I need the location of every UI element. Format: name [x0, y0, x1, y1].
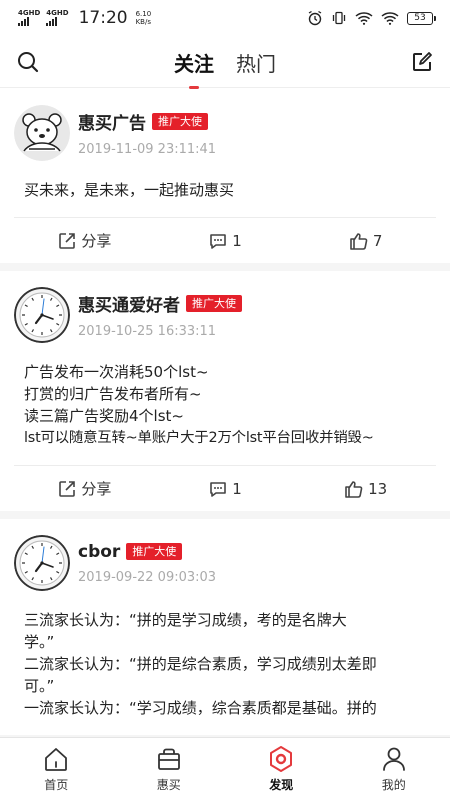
nav-discover[interactable]: 发现 [225, 738, 338, 800]
comment-count: 1 [232, 231, 242, 250]
nav-huimai-label: 惠买 [156, 778, 181, 792]
like-button[interactable]: 13 [295, 479, 436, 499]
post-line: 可。” [24, 677, 55, 695]
comment-button[interactable]: 1 [155, 231, 296, 251]
vibrate-icon [332, 11, 346, 25]
post-line: 广告发布一次消耗50个lst~ [24, 363, 209, 381]
post-content[interactable]: 三流家长认为：“拼的是学习成绩，考的是名牌大 学。” 二流家长认为：“拼的是综合… [0, 591, 450, 735]
nav-profile[interactable]: 我的 [338, 738, 450, 800]
post-line: 一流家长认为：“学习成绩，综合素质都是基础。拼的 [24, 699, 377, 717]
comment-button[interactable]: 1 [155, 479, 296, 499]
home-icon [45, 748, 68, 771]
clock-time: 17:20 [78, 8, 128, 28]
status-bar: 4GHD 4GHD 17:20 6.10 KB/s 53 [0, 0, 450, 36]
clock-avatar-icon [14, 287, 70, 343]
post-line: 读三篇广告奖励4个lst~ [24, 407, 184, 425]
post-date: 2019-09-22 09:03:03 [78, 569, 217, 585]
thumbs-up-icon [350, 232, 368, 250]
signal-2-label: 4GHD [46, 9, 69, 17]
clock-avatar-icon [14, 535, 70, 591]
post-card: 惠买广告 推广大使 2019-11-09 23:11:41 买未来，是未来，一起… [0, 89, 450, 263]
battery-level: 53 [407, 11, 433, 25]
alarm-icon [308, 10, 322, 26]
comment-icon [210, 481, 227, 497]
share-icon [59, 480, 76, 497]
avatar[interactable] [14, 105, 70, 161]
post-card: cbor 推广大使 2019-09-22 09:03:03 三流家长认为：“拼的… [0, 519, 450, 735]
cellular-signal-2-icon: 4GHD [46, 9, 69, 26]
nav-huimai[interactable]: 惠买 [113, 738, 226, 800]
share-icon [59, 232, 76, 249]
tab-hot[interactable]: 热门 [236, 36, 276, 88]
share-button[interactable]: 分享 [14, 230, 155, 251]
battery-icon: 53 [407, 11, 436, 25]
ambassador-badge: 推广大使 [126, 543, 183, 560]
post-actions: 分享 1 7 [14, 217, 436, 263]
bear-avatar-icon [14, 105, 70, 161]
discover-icon [270, 746, 293, 772]
post-line: 三流家长认为：“拼的是学习成绩，考的是名牌大 [24, 611, 347, 629]
like-count: 7 [372, 231, 383, 250]
comment-count: 1 [232, 479, 242, 498]
post-line: 二流家长认为：“拼的是综合素质，学习成绩别太差即 [24, 655, 377, 673]
like-button[interactable]: 7 [295, 231, 436, 251]
ambassador-badge: 推广大使 [186, 295, 242, 312]
avatar[interactable] [14, 287, 70, 343]
network-speed-value: 6.10 [135, 10, 152, 18]
shop-bag-icon [157, 748, 180, 770]
nav-home[interactable]: 首页 [0, 738, 113, 800]
network-speed: 6.10 KB/s [136, 10, 152, 26]
cellular-signal-1-icon: 4GHD [18, 10, 40, 26]
share-label: 分享 [81, 232, 112, 250]
network-speed-unit: KB/s [135, 18, 151, 26]
top-navigation: 关注 热门 [0, 36, 450, 89]
post-line: 买未来，是未来，一起推动惠买 [24, 181, 235, 199]
post-card: 惠买通爱好者 推广大使 2019-10-25 16:33:11 广告发布一次消耗… [0, 271, 450, 511]
post-content[interactable]: 广告发布一次消耗50个lst~ 打赏的归广告发布者所有~ 读三篇广告奖励4个ls… [0, 343, 450, 465]
nav-home-label: 首页 [44, 778, 69, 792]
avatar[interactable] [14, 535, 70, 591]
share-label: 分享 [81, 480, 112, 498]
compose-icon[interactable] [410, 50, 434, 74]
wifi-hotspot-icon [381, 12, 399, 25]
post-date: 2019-11-09 23:11:41 [78, 142, 217, 157]
wifi-icon [355, 12, 373, 25]
author-name[interactable]: cbor [78, 542, 120, 562]
nav-discover-label: 发现 [269, 778, 294, 792]
like-count: 13 [368, 479, 388, 498]
feed-tabs: 关注 热门 [0, 36, 450, 89]
author-name[interactable]: 惠买通爱好者 [78, 291, 180, 316]
post-date: 2019-10-25 16:33:11 [78, 324, 217, 339]
post-line: lst可以随意互转~单账户大于2万个lst平台回收并销毁~ [24, 430, 374, 446]
comment-icon [210, 233, 227, 249]
post-feed[interactable]: 惠买广告 推广大使 2019-11-09 23:11:41 买未来，是未来，一起… [0, 89, 450, 737]
nav-profile-label: 我的 [381, 778, 406, 792]
post-line: 学。” [24, 633, 55, 651]
tab-following[interactable]: 关注 [174, 36, 214, 89]
signal-1-label: 4GHD [18, 9, 41, 17]
post-actions: 分享 1 13 [14, 465, 436, 511]
author-name[interactable]: 惠买广告 [78, 109, 146, 134]
ambassador-badge: 推广大使 [152, 113, 208, 130]
share-button[interactable]: 分享 [14, 478, 155, 499]
bottom-navigation: 首页 惠买 发现 我的 [0, 737, 450, 800]
thumbs-up-icon [345, 480, 363, 498]
post-content[interactable]: 买未来，是未来，一起推动惠买 [0, 161, 450, 217]
profile-icon [382, 747, 405, 771]
post-line: 打赏的归广告发布者所有~ [24, 385, 202, 403]
